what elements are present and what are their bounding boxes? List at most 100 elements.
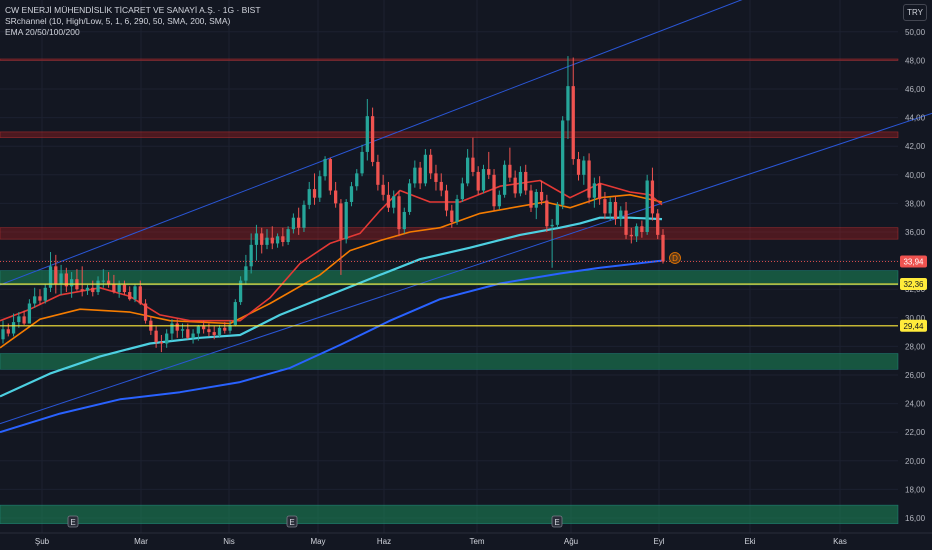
candle-body [502,164,507,195]
y-tick-label: 26,00 [905,371,926,380]
candle-body [265,237,269,245]
candle-body [212,332,216,335]
price-tag-label: 29,44 [903,322,924,331]
candle-body [312,189,317,198]
ema-indicator-label[interactable]: EMA 20/50/100/200 [5,27,261,38]
earnings-marker-label: E [554,518,559,527]
candle-body [43,287,47,301]
candle-body [645,180,649,232]
y-tick-label: 44,00 [905,114,926,123]
candle-body [365,116,369,152]
candle-body [386,194,391,208]
price-axis: 16,0018,0020,0022,0024,0026,0028,0030,00… [905,28,926,523]
price-chart[interactable]: E E E D Şub Mar Nis May Haz Tem Ağu Eyl Eki Kas 16,0… [0,0,932,550]
candle-body [133,286,137,300]
candle-body [302,204,306,228]
candle-body [661,234,665,262]
event-markers: E E E D [67,252,681,528]
candle-body [318,176,322,198]
candle-body [476,171,480,191]
x-tick-label: Nis [223,537,235,546]
candle-body [376,161,380,185]
candle-body [481,169,486,191]
candle-body [349,186,354,202]
candle-body [191,333,195,338]
candle-body [534,191,538,208]
candle-body [587,160,591,198]
candle-body [270,237,274,244]
candle-body [323,159,327,177]
candle-body [355,173,359,187]
candle-body [159,342,164,344]
candle-body [275,236,280,244]
candle-body [22,316,26,324]
y-tick-label: 18,00 [905,485,926,494]
y-tick-label: 24,00 [905,400,926,409]
candle-body [1,329,5,340]
candle-body [450,210,454,222]
candle-body [11,322,16,334]
candle-body [381,184,385,195]
srchannel-indicator-label[interactable]: SRchannel (10, High/Low, 5, 1, 6, 290, 5… [5,16,261,27]
candle-body [634,226,639,237]
y-tick-label: 28,00 [905,342,926,351]
candle-body [624,210,628,235]
channel-upper-line [0,0,743,286]
candle-body [592,183,596,198]
x-tick-label: Ağu [564,537,578,546]
candle-body [254,233,259,245]
candle-body [418,167,422,184]
candle-body [508,164,512,178]
candle-body [407,183,412,212]
candle-body [497,194,501,207]
candle-body [334,190,338,204]
candle-body [217,327,222,335]
candle-body [413,167,417,184]
candle-body [656,213,660,235]
candle-body [223,327,227,331]
candle-body [249,244,253,267]
x-tick-label: May [310,537,325,546]
candle-body [291,217,296,230]
x-tick-label: Mar [134,537,148,546]
candle-body [70,279,74,287]
candle-body [434,173,438,182]
candle-body [101,280,105,282]
candle-body [640,226,644,232]
candle-body [423,154,428,184]
candle-body [175,323,179,331]
y-tick-label: 16,00 [905,514,926,523]
y-tick-label: 20,00 [905,457,926,466]
chart-grid [0,0,898,533]
candle-body [281,236,285,243]
candle-body [524,171,528,191]
candle-body [27,303,32,324]
candle-body [608,201,612,214]
y-tick-label: 38,00 [905,199,926,208]
candle-body [545,200,549,227]
candle-body [487,169,491,175]
candle-body [603,199,607,214]
candle-body [566,86,570,121]
x-tick-label: Eyl [653,537,664,546]
earnings-marker-label: E [289,518,294,527]
candle-body [619,210,623,220]
candle-body [244,266,248,281]
candle-body [180,329,185,331]
candle-body [360,151,364,174]
candle-body [444,190,449,211]
x-tick-label: Tem [469,537,484,546]
candle-body [186,329,190,338]
support-zone [0,353,899,370]
y-tick-label: 36,00 [905,228,926,237]
x-tick-label: Haz [377,537,391,546]
currency-button[interactable]: TRY [903,4,927,21]
candle-body [143,303,148,321]
candle-body [328,159,332,191]
candle-body [91,287,95,293]
support-zone [0,504,899,525]
candle-body [307,189,311,205]
candle-body [59,273,63,284]
candle-body [397,196,401,230]
candle-body [344,201,348,240]
